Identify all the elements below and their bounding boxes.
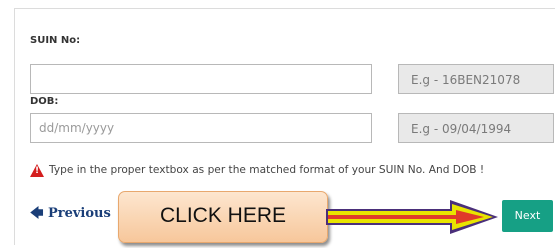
next-button[interactable]: Next <box>502 200 553 232</box>
previous-label: Previous <box>47 206 111 221</box>
warning-text: Type in the proper textbox as per the ma… <box>49 164 485 176</box>
click-here-callout: CLICK HERE <box>118 191 328 243</box>
dob-placeholder: dd/mm/yyyy <box>39 121 115 135</box>
left-arrow-icon: 🡄 <box>30 206 44 221</box>
suin-input[interactable] <box>30 64 372 94</box>
dob-label: DOB: <box>30 96 59 107</box>
previous-button[interactable]: 🡄 Previous <box>30 204 111 226</box>
dob-input[interactable]: dd/mm/yyyy <box>30 113 372 143</box>
callout-text: CLICK HERE <box>159 204 287 227</box>
suin-label: SUIN No: <box>30 35 81 46</box>
right-arrow-icon <box>326 200 498 234</box>
suin-hint-text: E.g - 16BEN21078 <box>411 73 521 87</box>
suin-format-hint: E.g - 16BEN21078 <box>398 64 554 94</box>
dob-hint-text: E.g - 09/04/1994 <box>411 122 512 136</box>
dob-format-hint: E.g - 09/04/1994 <box>398 113 554 143</box>
